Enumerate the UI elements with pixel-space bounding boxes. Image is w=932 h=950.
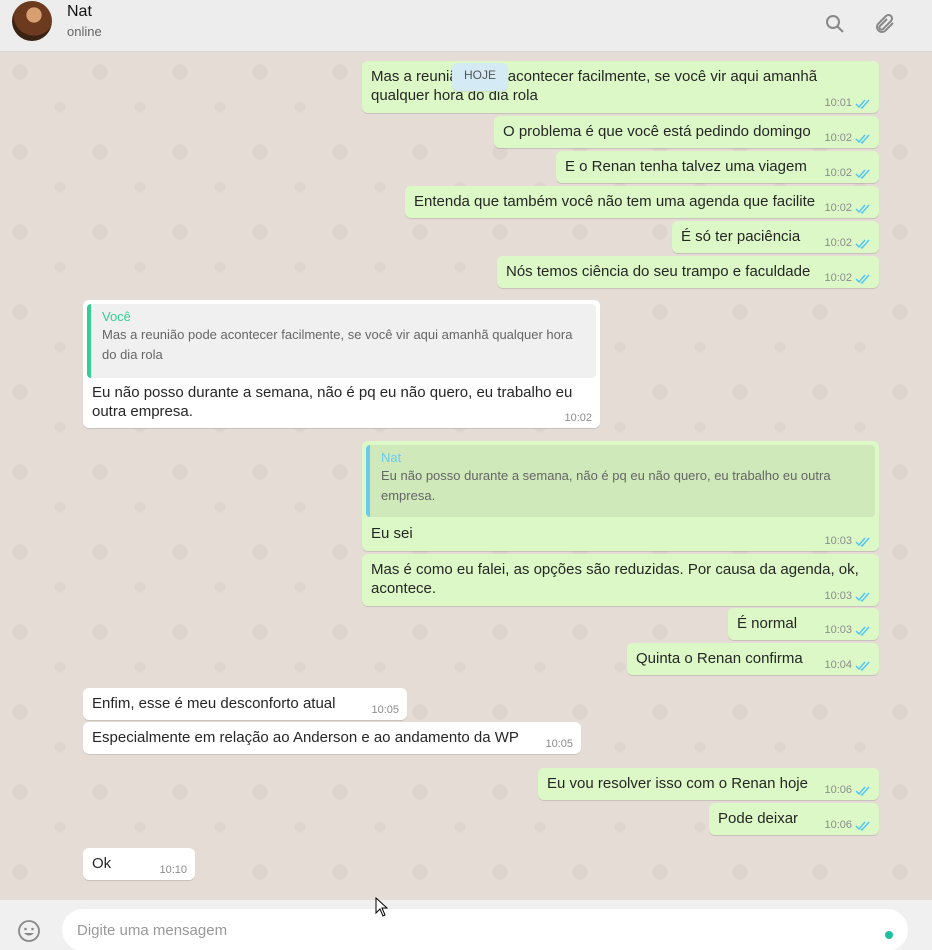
message-time: 10:03 (824, 535, 852, 547)
message-meta: 10:03 (824, 589, 871, 603)
message-outgoing[interactable]: Eu vou resolver isso com o Renan hoje 10… (538, 768, 879, 800)
message-meta: 10:03 (824, 534, 871, 548)
message-time: 10:02 (564, 412, 592, 424)
message-time: 10:05 (545, 738, 573, 750)
message-time: 10:01 (824, 97, 852, 109)
message-time: 10:06 (824, 784, 852, 796)
double-check-icon (855, 238, 871, 249)
message-text: Eu sei (371, 525, 413, 542)
message-outgoing[interactable]: Nós temos ciência do seu trampo e faculd… (497, 256, 879, 288)
quoted-author: Você (102, 309, 131, 324)
quoted-author: Nat (381, 450, 402, 465)
double-check-icon (855, 98, 871, 109)
message-text: Enfim, esse é meu desconforto atual (92, 695, 336, 712)
search-icon[interactable] (823, 12, 847, 36)
quoted-text: Eu não posso durante a semana, não é pq … (381, 468, 831, 503)
message-time: 10:10 (159, 864, 187, 876)
message-time: 10:04 (824, 659, 852, 671)
message-input[interactable] (62, 909, 908, 950)
message-outgoing[interactable]: Quinta o Renan confirma 10:04 (627, 643, 879, 675)
paperclip-icon[interactable] (873, 12, 897, 36)
emoji-icon[interactable] (17, 919, 41, 943)
message-outgoing[interactable]: Mas é como eu falei, as opções são reduz… (362, 554, 879, 606)
message-text: O problema é que você está pedindo domin… (503, 123, 811, 140)
message-time: 10:06 (824, 819, 852, 831)
double-check-icon (855, 133, 871, 144)
message-time: 10:02 (824, 272, 852, 284)
double-check-icon (855, 591, 871, 602)
message-meta: 10:02 (824, 201, 871, 215)
message-meta: 10:10 (159, 863, 187, 877)
message-text: Entenda que também você não tem uma agen… (414, 193, 816, 210)
message-time: 10:03 (824, 624, 852, 636)
double-check-icon (855, 785, 871, 796)
double-check-icon (855, 536, 871, 547)
double-check-icon (855, 273, 871, 284)
message-text: Especialmente em relação ao Anderson e a… (92, 729, 519, 746)
double-check-icon (855, 820, 871, 831)
double-check-icon (855, 660, 871, 671)
message-text: Eu vou resolver isso com o Renan hoje (547, 775, 808, 792)
chat-header: Nat online (0, 0, 932, 52)
message-incoming[interactable]: Você Mas a reunião pode acontecer facilm… (83, 300, 600, 428)
avatar[interactable] (12, 1, 52, 41)
message-outgoing[interactable]: O problema é que você está pedindo domin… (494, 116, 879, 148)
mouse-cursor-icon (375, 897, 389, 917)
message-outgoing[interactable]: E o Renan tenha talvez uma viagem 10:02 (556, 151, 879, 183)
message-time: 10:02 (824, 132, 852, 144)
contact-status: online (67, 24, 102, 39)
message-time: 10:03 (824, 590, 852, 602)
message-meta: 10:06 (824, 783, 871, 797)
message-outgoing[interactable]: Nat Eu não posso durante a semana, não é… (362, 441, 879, 551)
message-text: Mas é como eu falei, as opções são reduz… (371, 561, 859, 597)
message-incoming[interactable]: Especialmente em relação ao Anderson e a… (83, 722, 581, 754)
message-incoming[interactable]: Ok 10:10 (83, 848, 195, 880)
message-meta: 10:02 (824, 271, 871, 285)
message-meta: 10:01 (824, 96, 871, 110)
double-check-icon (855, 625, 871, 636)
message-meta: 10:05 (371, 703, 399, 717)
message-meta: 10:06 (824, 818, 871, 832)
quoted-message[interactable]: Você Mas a reunião pode acontecer facilm… (87, 304, 596, 378)
message-meta: 10:02 (824, 236, 871, 250)
message-time: 10:02 (824, 202, 852, 214)
message-meta: 10:04 (824, 658, 871, 672)
message-text: Nós temos ciência do seu trampo e faculd… (506, 263, 811, 280)
message-outgoing[interactable]: Mas a reunião pode acontecer facilmente,… (362, 61, 879, 113)
message-outgoing[interactable]: Pode deixar 10:06 (709, 803, 879, 835)
message-outgoing[interactable]: É só ter paciência 10:02 (672, 221, 879, 253)
message-meta: 10:02 (564, 411, 592, 425)
message-text: Eu não posso durante a semana, não é pq … (92, 384, 573, 420)
double-check-icon (855, 203, 871, 214)
date-divider: HOJE (452, 63, 508, 91)
message-outgoing[interactable]: É normal 10:03 (728, 608, 879, 640)
message-meta: 10:03 (824, 623, 871, 637)
message-meta: 10:02 (824, 166, 871, 180)
quoted-text: Mas a reunião pode acontecer facilmente,… (102, 327, 573, 362)
message-incoming[interactable]: Enfim, esse é meu desconforto atual 10:0… (83, 688, 407, 720)
quoted-message[interactable]: Nat Eu não posso durante a semana, não é… (366, 445, 875, 517)
message-text: Mas a reunião pode acontecer facilmente,… (371, 68, 818, 104)
contact-name[interactable]: Nat (67, 3, 92, 21)
message-meta: 10:02 (824, 131, 871, 145)
message-meta: 10:05 (545, 737, 573, 751)
message-time: 10:02 (824, 237, 852, 249)
status-dot (885, 931, 893, 939)
message-time: 10:02 (824, 167, 852, 179)
message-time: 10:05 (371, 704, 399, 716)
message-outgoing[interactable]: Entenda que também você não tem uma agen… (405, 186, 879, 218)
double-check-icon (855, 168, 871, 179)
